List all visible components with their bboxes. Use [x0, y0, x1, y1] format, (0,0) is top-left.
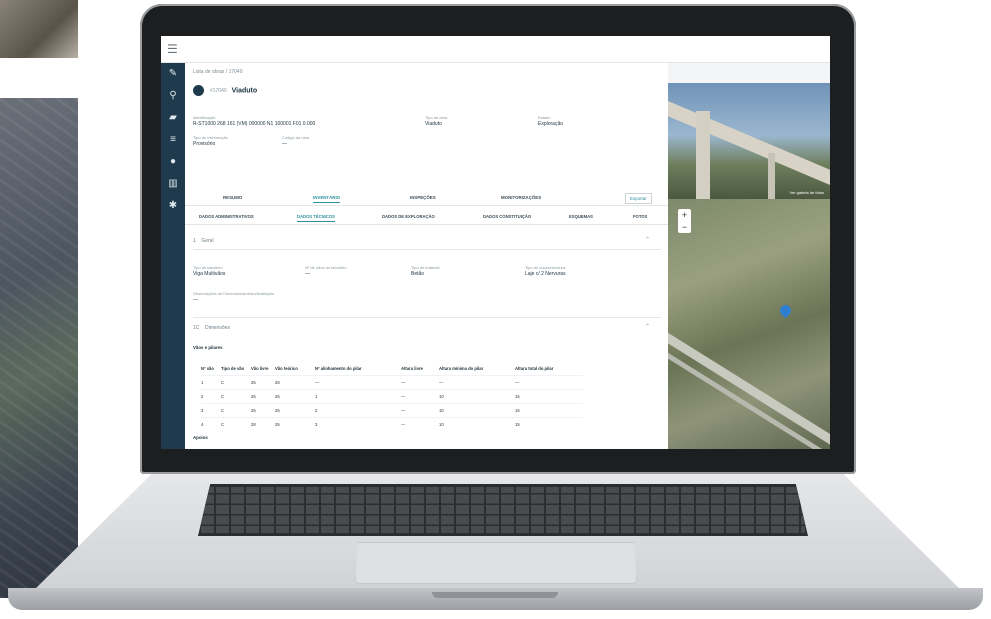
zoom-in-button[interactable]: +: [678, 209, 691, 221]
field-estado: Estado Exploração: [538, 115, 564, 127]
breadcrumb[interactable]: Lista de obras / 17040: [193, 69, 242, 75]
edit-icon[interactable]: ✎: [161, 63, 185, 85]
table-header: Altura total do pilar: [515, 365, 554, 371]
table-header: Vão teórico: [275, 365, 298, 371]
field-n-vaos: Nº de vãos do tabuleiro —: [305, 265, 347, 277]
tab-dados-exploracao[interactable]: DADOS DE EXPLORAÇÃO: [382, 214, 435, 219]
table-row[interactable]: 2 C 25 25 1—10 15: [201, 389, 583, 404]
table-header: Nº alinhamento do pilar: [315, 365, 362, 371]
main-panel: Lista de obras / 17040 #17040 Viaduto Id…: [185, 63, 668, 449]
tab-inspecoes[interactable]: INSPEÇÕES: [410, 195, 436, 200]
chevron-up-icon[interactable]: ⌃: [645, 236, 650, 243]
primary-tabs: RESUMO INVENTÁRIO INSPEÇÕES MONITORIZAÇÕ…: [185, 191, 668, 206]
tab-dados-administrativos[interactable]: DADOS ADMINISTRATIVOS: [199, 214, 254, 219]
search-icon[interactable]: ⚲: [161, 85, 185, 107]
user-icon[interactable]: ●: [161, 151, 185, 173]
background-rock-slope: [0, 98, 78, 598]
top-bar: ☰: [161, 36, 830, 63]
table-header: Tipo de vão: [221, 365, 245, 371]
table-header: Altura livre: [401, 365, 423, 371]
field-codigo-obra: Código da obra —: [282, 135, 310, 147]
satellite-map[interactable]: + −: [668, 199, 830, 449]
location-pin-icon[interactable]: [777, 302, 794, 319]
subsection-title: Vãos e pilares: [193, 345, 223, 350]
zoom-out-button[interactable]: −: [678, 221, 691, 233]
bridge-pillar: [696, 111, 710, 199]
field-identificacao: Identificação R-ST1000 268 161 (VM) 00000…: [193, 115, 316, 127]
zoom-controls: + −: [678, 209, 691, 233]
tab-fotos[interactable]: FOTOS: [633, 214, 647, 219]
field-tipo-obra: Tipo de obra Viaduto: [425, 115, 448, 127]
section-dimensoes-header[interactable]: 1C Dimensões: [193, 325, 230, 331]
laptop-trackpad: [355, 542, 637, 584]
asset-icon: [193, 85, 204, 96]
table-row[interactable]: 4 C 28 25 3—10 15: [201, 417, 583, 431]
chevron-up-icon[interactable]: ⌃: [645, 323, 650, 330]
map-road: [668, 314, 830, 449]
map-icon[interactable]: ▥: [161, 173, 185, 195]
field-observacoes: Observações de Dimensionamento/Avaliação…: [193, 291, 274, 303]
table-header: Altura mínima do pilar: [439, 365, 484, 371]
tab-monitorizacoes[interactable]: MONITORIZAÇÕES: [501, 195, 541, 200]
table-header: Vão livre: [251, 365, 269, 371]
bridge-photo[interactable]: Ver galeria de fotos: [668, 83, 830, 199]
tab-inventario[interactable]: INVENTÁRIO: [313, 195, 341, 203]
list-icon[interactable]: ≡: [161, 129, 185, 151]
bridge-pillar: [768, 153, 775, 199]
gear-icon[interactable]: ✱: [161, 195, 185, 217]
background-photo-left: [0, 0, 78, 619]
laptop-keyboard: [198, 484, 808, 536]
table-row[interactable]: 1 C 25 28— — — —: [201, 375, 583, 390]
tab-dados-tecnicos[interactable]: DADOS TÉCNICOS: [297, 214, 335, 222]
field-tipo-tabuleiro: Tipo de tabuleiro Viga Multivãos: [193, 265, 226, 277]
tab-esquemas[interactable]: ESQUEMAS: [569, 214, 593, 219]
background-rock-top: [0, 0, 78, 58]
divider: [193, 317, 661, 318]
section-geral-header[interactable]: 1 Geral: [193, 238, 214, 244]
page-title: #17040 Viaduto: [193, 85, 257, 96]
footer-label: Apoios: [193, 435, 208, 440]
spans-table: Nº vão Tipo de vão Vão livre Vão teórico…: [201, 361, 583, 431]
tab-resumo[interactable]: RESUMO: [223, 195, 242, 200]
menu-icon[interactable]: ☰: [167, 42, 178, 56]
field-tipo-intervencao: Tipo de intervenção Provisório: [193, 135, 228, 147]
tab-dados-constituicao[interactable]: DADOS CONSTITUIÇÃO: [483, 214, 531, 219]
photo-gallery-link[interactable]: Ver galeria de fotos: [790, 190, 824, 195]
field-tipo-material: Tipo de material Betão: [411, 265, 440, 277]
asset-name: Viaduto: [231, 87, 258, 95]
asset-code: #17040: [209, 88, 227, 95]
bridge-deck: [668, 101, 830, 196]
app-screen: ☰ ✎ ⚲ ▰ ≡ ● ▥ ✱ Lista de obras / 17040 #…: [161, 36, 830, 449]
export-button[interactable]: Exportar: [625, 193, 652, 204]
divider: [193, 249, 661, 250]
table-row[interactable]: 3 C 25 25 2—10 15: [201, 403, 583, 418]
laptop-notch: [432, 592, 558, 598]
truck-icon[interactable]: ▰: [161, 107, 185, 129]
field-tipo-superestrutura: Tipo de superestrutura Laje c/ 2 Nervuras: [525, 265, 566, 277]
secondary-tabs: DADOS ADMINISTRATIVOS DADOS TÉCNICOS DAD…: [185, 210, 668, 225]
sidebar: ✎ ⚲ ▰ ≡ ● ▥ ✱: [161, 63, 185, 449]
table-header-row: Nº vão Tipo de vão Vão livre Vão teórico…: [201, 361, 583, 376]
table-header: Nº vão: [201, 365, 214, 371]
